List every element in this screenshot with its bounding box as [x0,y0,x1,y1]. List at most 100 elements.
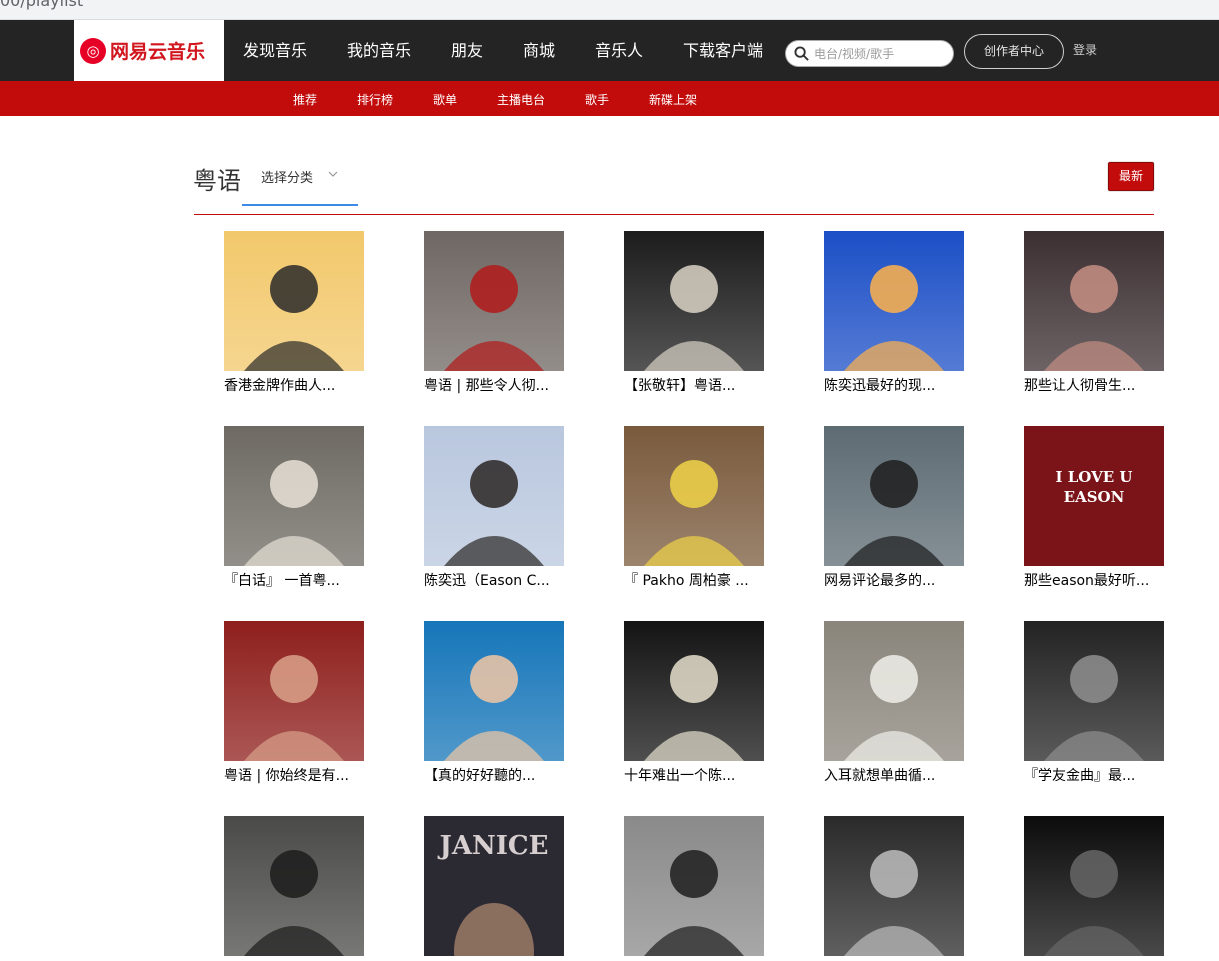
login-link[interactable]: 登录 [1073,20,1097,81]
playlist-card[interactable]: 那些让人彻骨生... [1024,231,1164,396]
nav-discover[interactable]: 发现音乐 [243,20,307,81]
search-input[interactable] [814,44,944,64]
playlist-title[interactable]: 十年难出一个陈... [624,766,766,786]
subnav-playlists[interactable]: 歌单 [433,81,457,116]
cover-image [824,231,964,371]
subnav-recommend[interactable]: 推荐 [293,81,317,116]
category-selector[interactable]: 选择分类 [242,158,358,206]
playlist-card[interactable]: 『白话』 一首粤... [224,426,364,591]
playlist-cover[interactable] [224,816,364,956]
playlist-title[interactable]: 网易评论最多的... [824,571,966,591]
cover-image [624,621,764,761]
cover-image [224,231,364,371]
playlist-card[interactable]: 【真的好好聽的... [424,621,564,786]
cover-image: I LOVE U EASON [1024,426,1164,566]
playlist-cover[interactable] [824,621,964,761]
playlist-cover[interactable] [424,426,564,566]
subnav-charts[interactable]: 排行榜 [357,81,393,116]
playlist-title[interactable]: 入耳就想单曲循... [824,766,966,786]
cover-image [824,621,964,761]
playlist-card[interactable]: 【张敬轩】粤语... [624,231,764,396]
playlist-cover[interactable] [1024,816,1164,956]
cover-image [824,426,964,566]
nav-my-music[interactable]: 我的音乐 [347,20,411,81]
subnav-artists[interactable]: 歌手 [585,81,609,116]
browser-address-bar[interactable]: 00/playlist [0,0,1219,20]
nav-friends[interactable]: 朋友 [451,20,483,81]
site-logo[interactable]: ◎ 网易云音乐 [74,20,224,81]
nav-musicians[interactable]: 音乐人 [595,20,643,81]
playlist-title[interactable]: 『学友金曲』最... [1024,766,1166,786]
playlist-title[interactable]: 【真的好好聽的... [424,766,566,786]
playlist-cover[interactable] [624,426,764,566]
playlist-cover[interactable] [424,231,564,371]
cover-image [1024,621,1164,761]
sub-navigation-bar: 推荐 排行榜 歌单 主播电台 歌手 新碟上架 [0,81,1219,116]
cover-image [624,426,764,566]
playlist-title[interactable]: 粤语 | 你始终是有... [224,766,366,786]
netease-logo-icon: ◎ [80,37,106,64]
playlist-card[interactable]: I LOVE U EASON 那些eason最好听... [1024,426,1164,591]
cover-image [424,621,564,761]
playlist-cover[interactable] [624,621,764,761]
playlist-cover[interactable]: I LOVE U EASON [1024,426,1164,566]
playlist-title[interactable]: 香港金牌作曲人... [224,376,366,396]
cover-image [624,231,764,371]
svg-text:JANICE: JANICE [438,831,549,861]
cover-image [224,621,364,761]
search-box [785,40,954,67]
playlist-title[interactable]: 那些eason最好听... [1024,571,1166,591]
subnav-new-albums[interactable]: 新碟上架 [649,81,697,116]
nav-store[interactable]: 商城 [523,20,555,81]
playlist-card[interactable]: 陈奕迅（Eason C... [424,426,564,591]
playlist-title[interactable]: 那些让人彻骨生... [1024,376,1166,396]
playlist-cover[interactable] [624,231,764,371]
playlist-cover[interactable] [424,621,564,761]
playlist-cover[interactable] [224,426,364,566]
playlist-card[interactable]: 陈奕迅最好的现... [824,231,964,396]
playlist-card[interactable]: 『 Pakho 周柏豪 ... [624,426,764,591]
subnav-radio[interactable]: 主播电台 [497,81,545,116]
creator-center-button[interactable]: 创作者中心 [964,34,1064,69]
playlist-title[interactable]: 粤语 | 那些令人彻... [424,376,566,396]
playlist-cover[interactable] [624,816,764,956]
playlist-card[interactable] [624,816,764,961]
playlist-card[interactable] [1024,816,1164,961]
cover-image [424,231,564,371]
page-title: 粤语 [193,167,241,195]
cover-image [824,816,964,956]
playlist-title[interactable]: 【张敬轩】粤语... [624,376,766,396]
cover-image [624,816,764,956]
playlist-card[interactable]: 香港金牌作曲人... [224,231,364,396]
playlist-title[interactable]: 『 Pakho 周柏豪 ... [624,571,766,591]
playlist-card[interactable]: 入耳就想单曲循... [824,621,964,786]
cover-image [1024,816,1164,956]
playlist-cover[interactable]: JANICE [424,816,564,956]
playlist-cover[interactable] [224,621,364,761]
playlist-cover[interactable] [1024,621,1164,761]
playlist-cover[interactable] [1024,231,1164,371]
playlist-card[interactable]: 十年难出一个陈... [624,621,764,786]
cover-image [224,426,364,566]
playlist-cover[interactable] [224,231,364,371]
playlist-cover[interactable] [824,231,964,371]
playlist-card[interactable]: 网易评论最多的... [824,426,964,591]
playlist-card[interactable] [824,816,964,961]
playlist-card[interactable] [224,816,364,961]
playlist-card[interactable]: JANICE [424,816,564,961]
search-icon [794,46,809,61]
address-text: 00/playlist [0,0,84,10]
nav-download-client[interactable]: 下载客户端 [683,20,763,81]
playlist-cover[interactable] [824,816,964,956]
cover-image [1024,231,1164,371]
playlist-title[interactable]: 陈奕迅（Eason C... [424,571,566,591]
playlist-card[interactable]: 『学友金曲』最... [1024,621,1164,786]
logo-text: 网易云音乐 [110,41,206,63]
playlist-cover[interactable] [824,426,964,566]
playlist-title[interactable]: 『白话』 一首粤... [224,571,366,591]
sort-newest-button[interactable]: 最新 [1108,162,1154,191]
playlist-title[interactable]: 陈奕迅最好的现... [824,376,966,396]
cover-image: JANICE [424,816,564,956]
playlist-card[interactable]: 粤语 | 那些令人彻... [424,231,564,396]
playlist-card[interactable]: 粤语 | 你始终是有... [224,621,364,786]
